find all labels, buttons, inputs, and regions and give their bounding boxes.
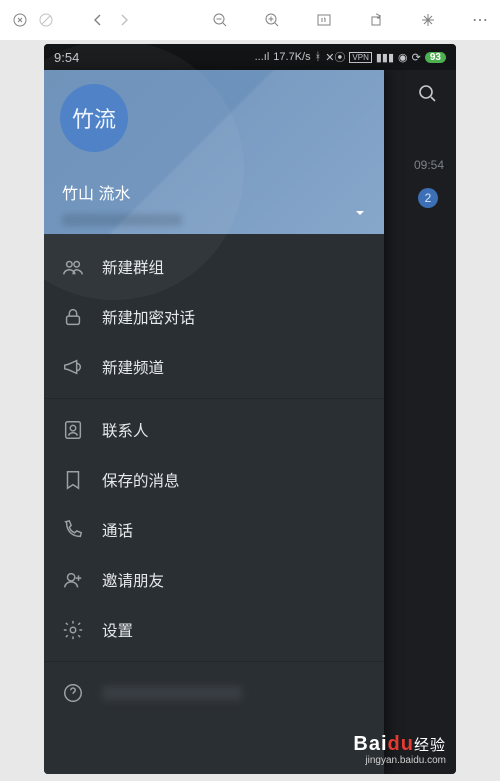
signal-dots-icon: ...ıl: [255, 51, 270, 63]
contact-icon: [62, 419, 102, 441]
zoom-in-icon[interactable]: [262, 10, 282, 30]
rotate-icon[interactable]: [366, 10, 386, 30]
gear-icon: [62, 619, 102, 641]
browser-toolbar: ⋯: [0, 0, 500, 40]
phone-frame: 9:54 ...ıl 17.7K/s ᚼ ✕⦿ VPN ▮▮▮ ◉ ⟳ 93 0…: [44, 44, 456, 774]
menu-invite-friends[interactable]: 邀请朋友: [44, 555, 384, 605]
zoom-out-icon[interactable]: [210, 10, 230, 30]
sparkle-icon[interactable]: [418, 10, 438, 30]
sync-icon: ⟳: [412, 51, 421, 64]
menu-label: 设置: [102, 619, 133, 641]
menu-new-channel[interactable]: 新建频道: [44, 342, 384, 392]
drawer-header[interactable]: 竹流 竹山 流水: [44, 70, 384, 234]
battery-badge: 93: [425, 52, 446, 63]
menu-separator: [44, 661, 384, 662]
account-name: 竹山 流水: [62, 180, 130, 204]
mute-icon: ✕⦿: [325, 49, 345, 65]
close-tab-icon[interactable]: [10, 10, 30, 30]
more-icon[interactable]: ⋯: [470, 10, 490, 30]
menu-help[interactable]: [44, 668, 384, 718]
account-switch-icon[interactable]: [354, 206, 366, 224]
menu-label: 联系人: [102, 419, 149, 441]
net-speed: 17.7K/s: [273, 51, 310, 63]
megaphone-icon: [62, 356, 102, 378]
drawer-menu: 新建群组 新建加密对话 新建频道 联系人 保存的消息 通话: [44, 234, 384, 726]
menu-new-secret-chat[interactable]: 新建加密对话: [44, 292, 384, 342]
avatar[interactable]: 竹流: [60, 84, 128, 152]
actual-size-icon[interactable]: [314, 10, 334, 30]
menu-label: 新建频道: [102, 356, 164, 378]
phone-icon: [62, 519, 102, 541]
wifi-icon: ◉: [398, 51, 408, 64]
chat-time: 09:54: [414, 158, 444, 172]
forward-icon: [114, 10, 134, 30]
menu-label: 通话: [102, 519, 133, 541]
bookmark-icon: [62, 469, 102, 491]
disabled-icon: [36, 10, 56, 30]
help-icon: [62, 682, 102, 704]
menu-calls[interactable]: 通话: [44, 505, 384, 555]
bluetooth-icon: ᚼ: [315, 51, 322, 63]
menu-separator: [44, 398, 384, 399]
menu-contacts[interactable]: 联系人: [44, 405, 384, 455]
cell-signal-icon: ▮▮▮: [376, 51, 394, 64]
adduser-icon: [62, 569, 102, 591]
menu-saved-messages[interactable]: 保存的消息: [44, 455, 384, 505]
back-icon[interactable]: [88, 10, 108, 30]
menu-label: 邀请朋友: [102, 569, 164, 591]
menu-settings[interactable]: 设置: [44, 605, 384, 655]
menu-label: 保存的消息: [102, 469, 180, 491]
unread-badge: 2: [418, 188, 438, 208]
vpn-icon: VPN: [349, 52, 371, 63]
menu-label-blurred: [102, 686, 242, 700]
account-sub-blurred: [62, 214, 182, 226]
menu-label: 新建加密对话: [102, 306, 195, 328]
search-icon[interactable]: [416, 82, 438, 109]
lock-icon: [62, 306, 102, 328]
app-background: 09:54 2: [384, 70, 456, 774]
navigation-drawer: 竹流 竹山 流水 新建群组 新建加密对话 新建频道 联系人: [44, 70, 384, 774]
